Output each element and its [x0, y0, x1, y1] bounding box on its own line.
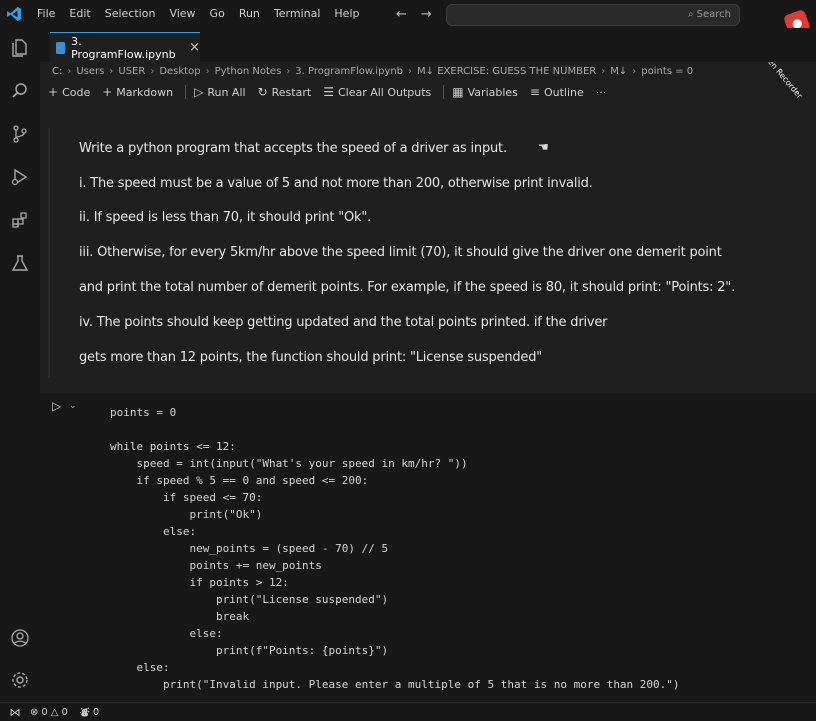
- toolbar-divider: [185, 85, 187, 99]
- markdown-line: iv. The points should keep getting updat…: [79, 315, 608, 330]
- clear-outputs-button[interactable]: ☰ Clear All Outputs: [323, 85, 431, 99]
- breadcrumb-exercise[interactable]: M↓ EXERCISE: GUESS THE NUMBER: [417, 66, 596, 77]
- breadcrumb-python-notes[interactable]: Python Notes: [215, 66, 282, 77]
- menu-terminal[interactable]: Terminal: [267, 0, 328, 28]
- outline-icon: ≡: [529, 85, 540, 99]
- restart-icon: ↻: [257, 85, 268, 99]
- markdown-line: Write a python program that accepts the …: [79, 141, 507, 156]
- code-line: points += new_points: [110, 559, 322, 572]
- breadcrumb-symbol[interactable]: points = 0: [641, 66, 693, 77]
- breadcrumb-notebook[interactable]: 3. ProgramFlow.ipynb: [295, 66, 403, 77]
- plus-icon: +: [48, 85, 59, 99]
- code-line: print("Invalid input. Please enter a mul…: [110, 678, 680, 691]
- title-bar: File Edit Selection View Go Run Terminal…: [0, 0, 816, 100]
- outline-button[interactable]: ≡ Outline: [530, 85, 584, 99]
- restart-button[interactable]: ↻ Restart: [258, 85, 312, 99]
- toolbar-divider: [443, 85, 445, 99]
- tab-label: 3. ProgramFlow.ipynb: [71, 34, 176, 61]
- breadcrumb-markdown[interactable]: M↓: [610, 66, 627, 77]
- code-cell[interactable]: ▷ ⌄ points = 0 while points <= 12: speed…: [40, 393, 816, 702]
- settings-gear-icon[interactable]: [8, 670, 32, 694]
- breadcrumb: C: › Users › USER › Desktop › Python Notes › …: [52, 65, 694, 77]
- breadcrumb-drive[interactable]: C:: [52, 66, 62, 77]
- breadcrumb-user[interactable]: USER: [118, 66, 145, 77]
- problems-indicator[interactable]: ⊗ 0 △ 0: [30, 707, 68, 718]
- code-line: if speed <= 70:: [110, 491, 263, 504]
- run-all-icon: ▷: [194, 85, 204, 99]
- clear-all-icon: ☰: [323, 85, 334, 99]
- code-line: print("License suspended"): [110, 593, 389, 606]
- code-line: points = 0: [110, 406, 177, 419]
- warning-icon: △: [50, 706, 59, 718]
- source-control-icon[interactable]: [8, 124, 32, 148]
- menu-file[interactable]: File: [30, 0, 62, 28]
- testing-icon[interactable]: [8, 253, 32, 277]
- variables-icon: ▦: [452, 85, 464, 99]
- markdown-line: iii. Otherwise, for every 5km/hr above t…: [79, 245, 722, 260]
- mouse-pointer-icon: ☚: [538, 140, 549, 154]
- markdown-line: and print the total number of demerit po…: [79, 280, 736, 295]
- notebook-file-icon: [56, 41, 66, 54]
- remote-indicator-icon[interactable]: ⋈: [0, 703, 30, 721]
- breadcrumb-desktop[interactable]: Desktop: [159, 66, 200, 77]
- error-icon: ⊗: [30, 706, 39, 718]
- status-bar: ⋈ ⊗ 0 △ 0 ⛇ 0: [0, 702, 816, 721]
- explorer-icon[interactable]: [8, 38, 32, 62]
- code-line: print("Ok"): [110, 508, 263, 521]
- forward-arrow-icon[interactable]: →: [421, 7, 432, 22]
- code-line: else:: [110, 627, 223, 640]
- run-cell-icon[interactable]: ▷: [52, 399, 61, 413]
- menu-edit[interactable]: Edit: [62, 0, 97, 28]
- menu-go[interactable]: Go: [203, 0, 232, 28]
- markdown-line: i. The speed must be a value of 5 and no…: [79, 176, 593, 191]
- code-line: speed = int(input("What's your speed in …: [110, 457, 468, 470]
- activity-bar: [0, 28, 40, 702]
- code-line: while points <= 12:: [110, 440, 236, 453]
- variables-button[interactable]: ▦ Variables: [452, 85, 518, 99]
- code-line: else:: [110, 525, 197, 538]
- code-line: new_points = (speed - 70) // 5: [110, 542, 389, 555]
- tab-programflow-notebook[interactable]: 3. ProgramFlow.ipynb ×: [50, 32, 200, 62]
- menu-selection[interactable]: Selection: [98, 0, 163, 28]
- search-icon[interactable]: [8, 81, 32, 105]
- extensions-icon[interactable]: [8, 210, 32, 234]
- vscode-logo-icon: [0, 0, 28, 28]
- code-line: if speed % 5 == 0 and speed <= 200:: [110, 474, 369, 487]
- search-placeholder: ⌕ Search: [687, 9, 731, 20]
- close-icon[interactable]: ×: [189, 40, 200, 55]
- code-line: print(f"Points: {points}"): [110, 644, 389, 657]
- add-code-cell-button[interactable]: + Code: [48, 85, 90, 99]
- notebook-toolbar: + Code + Markdown ▷ Run All ↻ Restart ☰ Clear…: [48, 82, 618, 102]
- more-actions-button[interactable]: ···: [596, 86, 607, 99]
- code-line: else:: [110, 661, 170, 674]
- menu-bar: File Edit Selection View Go Run Terminal…: [30, 0, 366, 28]
- ports-indicator[interactable]: ⛇ 0: [80, 705, 99, 720]
- markdown-line: gets more than 12 points, the function s…: [79, 350, 543, 365]
- code-line: break: [110, 610, 250, 623]
- cell-selection-bar: [48, 128, 50, 378]
- chevron-down-icon[interactable]: ⌄: [69, 401, 77, 411]
- breadcrumb-users[interactable]: Users: [76, 66, 104, 77]
- navigation-arrows: ← →: [396, 0, 432, 28]
- accounts-icon[interactable]: [8, 628, 32, 652]
- run-debug-icon[interactable]: [8, 167, 32, 191]
- menu-view[interactable]: View: [162, 0, 202, 28]
- ports-icon: ⛇: [79, 707, 90, 719]
- editor-tabs: 3. ProgramFlow.ipynb ×: [40, 28, 816, 62]
- code-line: if points > 12:: [110, 576, 289, 589]
- add-markdown-cell-button[interactable]: + Markdown: [102, 85, 173, 99]
- markdown-cell[interactable]: Write a python program that accepts the …: [48, 128, 816, 378]
- command-center-search[interactable]: ⌕ Search: [446, 4, 740, 26]
- menu-run[interactable]: Run: [232, 0, 267, 28]
- run-all-button[interactable]: ▷ Run All: [194, 85, 245, 99]
- search-icon: ⌕: [687, 9, 697, 20]
- markdown-line: ii. If speed is less than 70, it should …: [79, 210, 372, 225]
- menu-help[interactable]: Help: [327, 0, 366, 28]
- plus-icon: +: [102, 85, 113, 99]
- back-arrow-icon[interactable]: ←: [396, 7, 407, 22]
